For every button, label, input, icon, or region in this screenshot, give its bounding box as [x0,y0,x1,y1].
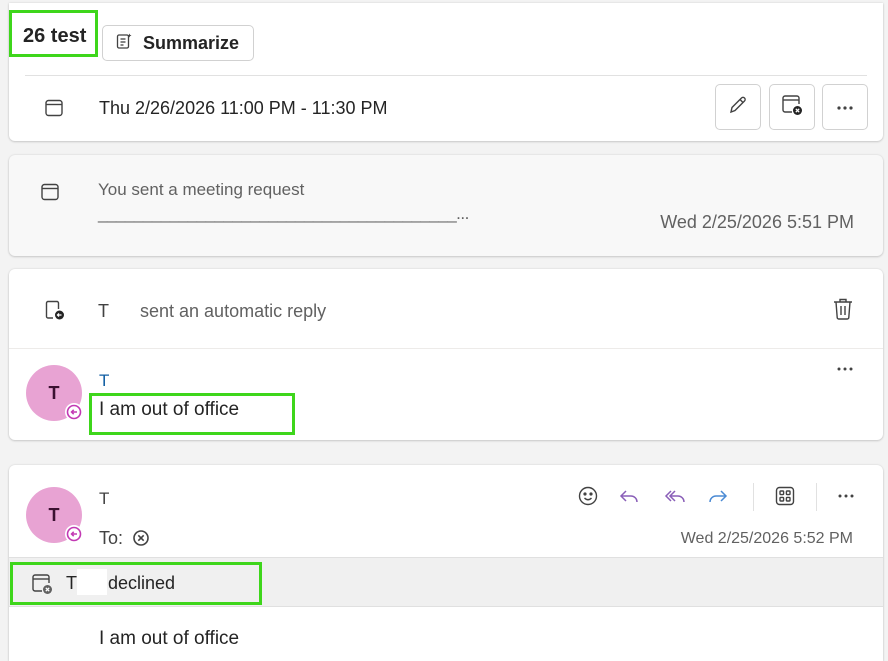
more-icon[interactable] [836,366,854,372]
auto-reply-sender: T [98,301,109,321]
reply-icon[interactable] [618,485,640,507]
toolbar-separator [753,483,754,511]
redacted-name [77,569,107,595]
event-date-range: Thu 2/26/2026 11:00 PM - 11:30 PM [99,98,388,118]
cancel-meeting-icon [30,572,54,596]
toolbar-separator [816,483,817,511]
reply-sender-name[interactable]: T [99,371,109,391]
summarize-icon [115,32,133,55]
meeting-request-time: Wed 2/25/2026 5:51 PM [660,212,854,232]
emoji-icon[interactable] [577,485,599,507]
event-subject: 26 test [23,25,87,47]
forward-icon[interactable] [707,485,729,507]
summarize-label: Summarize [143,32,240,53]
edit-button[interactable] [715,84,761,130]
message-time: Wed 2/25/2026 5:52 PM [680,530,853,547]
auto-reply-icon [44,299,66,321]
declined-text: declined [108,573,176,593]
edit-icon [727,94,749,121]
calendar-icon [40,182,60,202]
delete-icon[interactable] [831,296,855,322]
meeting-request-preview: ________________________________________… [98,204,469,223]
declined-banner: T declined [9,557,883,607]
declined-sender: T [66,573,77,593]
auto-reply-card: T sent an automatic reply T T I am out o… [9,269,883,440]
meeting-request-text: You sent a meeting request [98,180,305,199]
summarize-button[interactable]: Summarize [102,25,254,61]
more-icon[interactable] [837,493,855,499]
auto-reply-text: sent an automatic reply [140,301,327,321]
reply-all-icon[interactable] [662,485,686,507]
message-body: I am out of office [99,628,240,649]
message-card: T T To: Wed 2/25/2026 5:52 PM T declined… [9,465,883,661]
more-options-button[interactable] [822,84,868,130]
divider [9,348,883,349]
cancel-meeting-button[interactable] [769,84,815,130]
presence-ooo-icon [65,525,83,543]
apps-icon[interactable] [774,485,796,507]
event-header-card: 26 test Summarize Thu 2/26/2026 11:00 PM… [9,3,883,141]
cancel-meeting-icon [780,93,804,122]
more-icon [836,98,854,116]
message-sender[interactable]: T [99,489,109,509]
auto-reply-body: I am out of office [99,399,240,420]
calendar-icon [44,98,64,118]
meeting-request-card[interactable]: You sent a meeting request _____________… [9,155,883,256]
to-label: To: [99,528,124,548]
divider [25,75,867,76]
presence-ooo-icon [65,403,83,421]
blocked-icon[interactable] [132,529,150,547]
